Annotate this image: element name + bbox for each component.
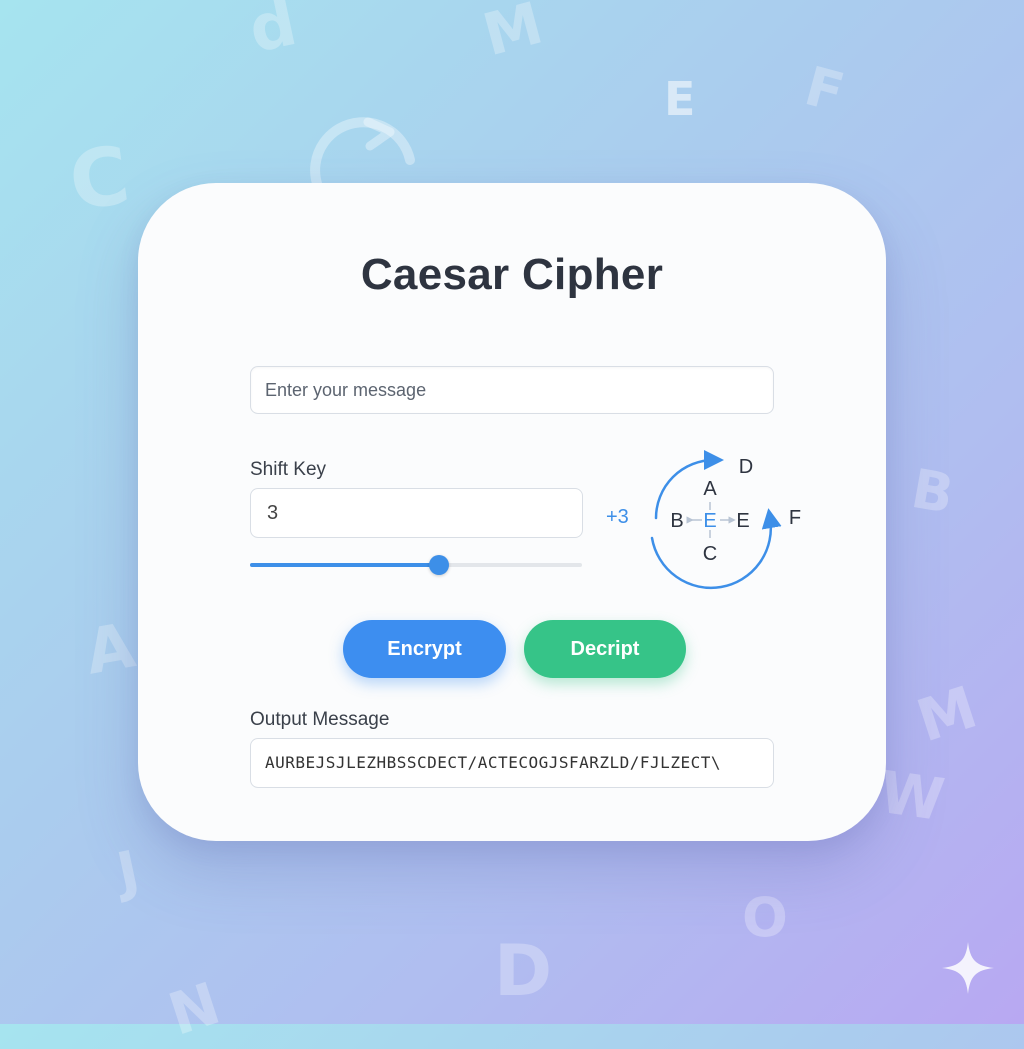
page-title: Caesar Cipher — [360, 250, 664, 299]
diagram-letter-bottom: C — [703, 543, 717, 565]
diagram-letter-outer-right: F — [789, 507, 801, 529]
diagram-letter-center: E — [703, 510, 716, 532]
bg-letter-c: C — [63, 128, 135, 229]
bg-letter-o: O — [742, 886, 788, 949]
bg-letter-n: N — [160, 969, 228, 1049]
slider-fill — [250, 563, 440, 567]
sparkle-icon — [942, 942, 994, 994]
bg-letter-d2: D — [494, 930, 553, 1012]
output-message-label: Output Message — [250, 709, 390, 730]
output-message-field[interactable]: AURBEJSJLEZHBSSCDECT/ACTECOGJSFARZLD/FJL… — [250, 738, 774, 788]
slider-thumb[interactable] — [429, 555, 450, 575]
shift-key-input[interactable] — [250, 488, 583, 538]
bg-letter-a: A — [80, 608, 140, 689]
bg-letter-m2: M — [908, 672, 985, 756]
bg-letter-w: W — [875, 757, 949, 835]
message-input[interactable] — [250, 366, 774, 414]
shift-diagram: +3 A B E E C D F — [606, 450, 801, 590]
decrypt-button[interactable]: Decript — [524, 620, 686, 678]
bg-letter-m: M — [476, 0, 550, 70]
diagram-letter-left: B — [670, 510, 683, 532]
bg-letter-b: B — [906, 456, 959, 527]
bg-letter-e: E — [664, 72, 696, 126]
shift-key-label: Shift Key — [250, 459, 327, 480]
encrypt-button[interactable]: Encrypt — [343, 620, 506, 678]
bg-letter-d: d — [242, 0, 304, 68]
diagram-letter-top: A — [703, 478, 717, 500]
bg-letter-j: J — [111, 838, 145, 905]
bg-letter-f: F — [798, 54, 851, 125]
shift-slider[interactable] — [250, 555, 582, 575]
diagram-letter-right: E — [736, 510, 749, 532]
diagram-letter-outer-top: D — [739, 456, 753, 478]
diagram-shift-label: +3 — [606, 506, 629, 528]
